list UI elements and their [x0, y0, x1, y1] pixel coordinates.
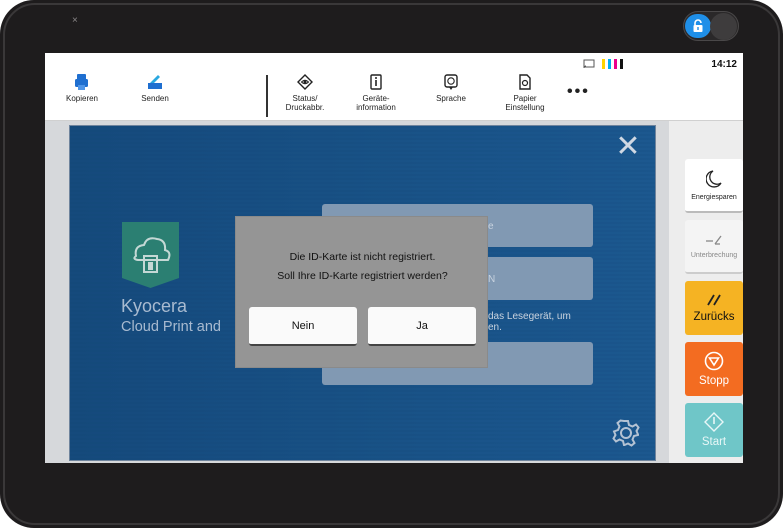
status-label-2: Druckabbr. [285, 103, 325, 112]
cast-icon [583, 59, 595, 69]
toner-black [620, 59, 623, 69]
yes-button[interactable]: Ja [368, 307, 476, 346]
dialog-line-2: Soll Ihre ID-Karte registriert werden? [277, 270, 448, 282]
toner-cyan [608, 59, 611, 69]
status-button[interactable]: Status/ Druckabbr. [270, 73, 340, 112]
send-button[interactable]: Senden [120, 73, 190, 103]
moon-icon [706, 169, 722, 188]
language-button[interactable]: Sprache [416, 73, 486, 103]
touch-screen: Kopieren Senden Status/ Druckabbr. Gerät… [45, 53, 743, 463]
toolbar-divider [266, 75, 268, 117]
interrupt-icon [706, 235, 722, 245]
stop-icon [704, 351, 724, 371]
start-button[interactable]: Start [685, 403, 743, 457]
dialog-line-1: Die ID-Karte ist nicht registriert. [289, 251, 436, 263]
start-label: Start [701, 436, 727, 448]
paper-settings-label-1: Papier [513, 94, 537, 103]
device-info-label-1: Geräte- [362, 94, 390, 103]
energy-save-label: Energiesparen [691, 193, 737, 201]
copy-button[interactable]: Kopieren [47, 73, 117, 103]
stop-label: Stopp [698, 375, 730, 387]
back-icon [707, 294, 721, 306]
energy-save-button[interactable]: Energiesparen [685, 159, 743, 213]
more-button[interactable]: ••• [567, 83, 590, 101]
paper-settings-button[interactable]: Papier Einstellung [490, 73, 560, 112]
toner-magenta [614, 59, 617, 69]
id-card-dialog: Die ID-Karte ist nicht registriert. Soll… [235, 216, 488, 368]
device-info-icon [370, 74, 382, 90]
status-label-1: Status/ [292, 94, 318, 103]
device-bezel: × Kopieren Senden Status/ Druckabbr. Ger… [0, 0, 783, 528]
clock: 14:12 [711, 59, 737, 70]
toggle-knob [710, 13, 737, 40]
unlock-icon [685, 14, 711, 38]
copy-icon [75, 74, 88, 90]
status-icon [297, 74, 313, 90]
dialog-message: Die ID-Karte ist nicht registriert. Soll… [236, 248, 489, 286]
pin-icon: × [72, 15, 78, 26]
status-indicators [583, 59, 623, 69]
language-icon [444, 74, 458, 90]
device-info-label-2: information [356, 103, 396, 112]
language-label: Sprache [436, 94, 466, 103]
paper-settings-label-2: Einstellung [505, 103, 545, 112]
no-button[interactable]: Nein [249, 307, 357, 346]
send-label: Senden [141, 94, 169, 103]
lock-toggle[interactable] [683, 11, 739, 41]
top-toolbar: Kopieren Senden Status/ Druckabbr. Gerät… [45, 53, 743, 121]
stop-button[interactable]: Stopp [685, 342, 743, 396]
start-icon [704, 412, 724, 432]
paper-settings-icon [519, 74, 531, 90]
send-icon [148, 75, 162, 89]
copy-label: Kopieren [65, 94, 99, 103]
toner-yellow [602, 59, 605, 69]
interrupt-label: Unterbrechung [690, 251, 738, 259]
interrupt-button[interactable]: Unterbrechung [685, 220, 743, 274]
back-label: Zurücks [693, 311, 735, 323]
back-button[interactable]: Zurücks [685, 281, 743, 335]
device-info-button[interactable]: Geräte- information [341, 73, 411, 112]
